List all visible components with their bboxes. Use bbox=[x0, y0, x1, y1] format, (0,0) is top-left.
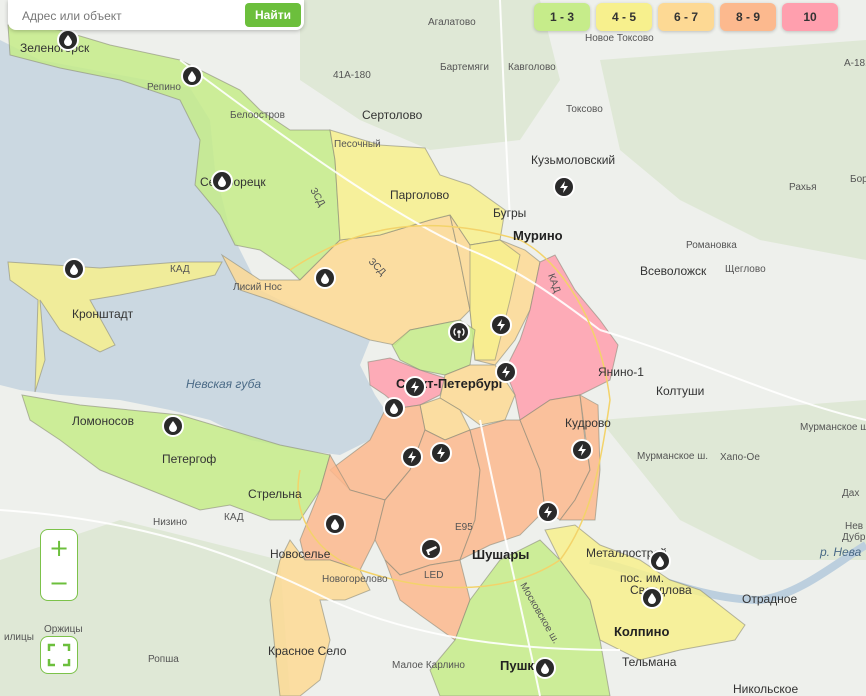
zoom-out-button[interactable]: − bbox=[41, 565, 77, 600]
label-e95: E95 bbox=[455, 522, 473, 533]
label-pesochny: Песочный bbox=[334, 139, 381, 150]
lightning-marker-icon[interactable] bbox=[404, 376, 426, 398]
fullscreen-button[interactable] bbox=[40, 636, 78, 674]
label-rakhya: Рахья bbox=[789, 182, 817, 193]
label-murino: Мурино bbox=[513, 228, 563, 243]
water-marker-icon[interactable] bbox=[649, 550, 671, 572]
water-marker-icon[interactable] bbox=[383, 397, 405, 419]
water-marker-icon[interactable] bbox=[534, 657, 556, 679]
label-strelna: Стрельна bbox=[248, 487, 302, 501]
label-repino: Репино bbox=[147, 82, 181, 93]
label-a180: 41А-180 bbox=[333, 70, 371, 81]
search-bar: Найти bbox=[8, 0, 304, 30]
lightning-marker-icon[interactable] bbox=[430, 442, 452, 464]
label-lomonosov: Ломоносов bbox=[72, 414, 134, 428]
lightning-marker-icon[interactable] bbox=[537, 501, 559, 523]
label-yanino: Янино-1 bbox=[598, 365, 644, 379]
label-murmansk-sh2: Мурманское ш. bbox=[800, 422, 866, 433]
label-agalatovo: Агалатово bbox=[428, 17, 476, 28]
label-zelenogorsk: Зеленогорск bbox=[20, 41, 90, 55]
zoom-in-button[interactable]: + bbox=[41, 530, 77, 565]
label-dubr: Дубр bbox=[842, 531, 866, 543]
airport-marker-icon[interactable] bbox=[420, 538, 442, 560]
label-petergof: Петергоф bbox=[162, 452, 216, 466]
label-dakh: Дах bbox=[842, 488, 859, 499]
label-kavgolovo: Кавголово bbox=[508, 62, 556, 73]
label-novoe-toksovo: Новое Токсово bbox=[585, 33, 654, 44]
severity-legend: 1 - 3 4 - 5 6 - 7 8 - 9 10 bbox=[534, 3, 838, 31]
label-gulf: Невская губа bbox=[186, 377, 261, 391]
water-marker-icon[interactable] bbox=[63, 258, 85, 280]
label-romanovka: Романовка bbox=[686, 240, 737, 251]
label-toksovo: Токсово bbox=[566, 104, 603, 115]
label-kad-2: КАД bbox=[224, 512, 244, 523]
search-input[interactable] bbox=[20, 4, 244, 28]
water-marker-icon[interactable] bbox=[211, 170, 233, 192]
label-nevsky: Нев bbox=[845, 521, 863, 532]
label-beloostrov: Белоостров bbox=[230, 110, 285, 121]
label-otradnoe: Отрадное bbox=[742, 592, 797, 606]
lightning-marker-icon[interactable] bbox=[553, 176, 575, 198]
label-shushary: Шушары bbox=[472, 547, 529, 562]
lightning-marker-icon[interactable] bbox=[490, 314, 512, 336]
water-marker-icon[interactable] bbox=[314, 267, 336, 289]
legend-chip-4-5[interactable]: 4 - 5 bbox=[596, 3, 652, 31]
water-marker-icon[interactable] bbox=[181, 65, 203, 87]
label-koltushi: Колтуши bbox=[656, 384, 704, 398]
label-sestroretsk: Сестрорецк bbox=[200, 175, 266, 189]
label-bartemyagi: Бартемяги bbox=[440, 62, 489, 73]
label-pargolovo: Парголово bbox=[390, 188, 450, 202]
label-maloe-karlino: Малое Карлино bbox=[392, 660, 465, 671]
label-bor: Бор bbox=[850, 174, 866, 185]
legend-chip-8-9[interactable]: 8 - 9 bbox=[720, 3, 776, 31]
label-nikolskoe: Никольское bbox=[733, 682, 798, 696]
label-ropsha: Ропша bbox=[148, 654, 179, 665]
label-kudrovo: Кудрово bbox=[565, 416, 611, 430]
legend-chip-1-3[interactable]: 1 - 3 bbox=[534, 3, 590, 31]
label-murmansk-sh1: Мурманское ш. bbox=[637, 451, 708, 462]
label-nizino: Низино bbox=[153, 517, 188, 528]
lightning-marker-icon[interactable] bbox=[401, 446, 423, 468]
water-marker-icon[interactable] bbox=[324, 513, 346, 535]
label-bugry: Бугры bbox=[493, 206, 526, 220]
water-marker-icon[interactable] bbox=[641, 587, 663, 609]
water-marker-icon[interactable] bbox=[162, 415, 184, 437]
zoom-control: + − bbox=[40, 529, 78, 601]
label-tyelmana: Тельмана bbox=[622, 655, 677, 669]
label-led: LED bbox=[424, 570, 443, 581]
label-kolpino: Колпино bbox=[614, 624, 670, 639]
label-vsevolozhsk: Всеволожск bbox=[640, 264, 707, 278]
lightning-marker-icon[interactable] bbox=[495, 361, 517, 383]
label-kronshtadt: Кронштадт bbox=[72, 307, 134, 321]
label-sertolovo: Сертолово bbox=[362, 108, 423, 122]
lightning-marker-icon[interactable] bbox=[571, 439, 593, 461]
fullscreen-icon bbox=[47, 643, 71, 667]
map-canvas[interactable]: Зеленогорск Репино Белоостров Сестрорецк… bbox=[0, 0, 866, 696]
label-krasnoe-selo: Красное Село bbox=[268, 644, 347, 658]
label-vilitsy: илицы bbox=[4, 632, 34, 643]
label-orzhitsy: Оржицы bbox=[44, 624, 83, 635]
label-novogorelovo: Новогорелово bbox=[322, 574, 388, 585]
label-khapo-oe: Хапо-Ое bbox=[720, 452, 760, 463]
label-lisiy-nos: Лисий Нос bbox=[233, 282, 282, 293]
water-marker-icon[interactable] bbox=[57, 29, 79, 51]
legend-chip-10[interactable]: 10 bbox=[782, 3, 838, 31]
search-button[interactable]: Найти bbox=[245, 3, 301, 27]
label-a181: А-181 bbox=[844, 58, 866, 69]
radio-tower-marker-icon[interactable] bbox=[448, 321, 470, 343]
label-kuzmolovsky: Кузьмоловский bbox=[531, 153, 615, 167]
label-novoselye: Новоселье bbox=[270, 547, 331, 561]
label-shcheglovo: Щеглово bbox=[725, 264, 766, 275]
legend-chip-6-7[interactable]: 6 - 7 bbox=[658, 3, 714, 31]
label-neva: р. Нева bbox=[819, 545, 862, 559]
label-kad-1: КАД bbox=[170, 264, 190, 275]
